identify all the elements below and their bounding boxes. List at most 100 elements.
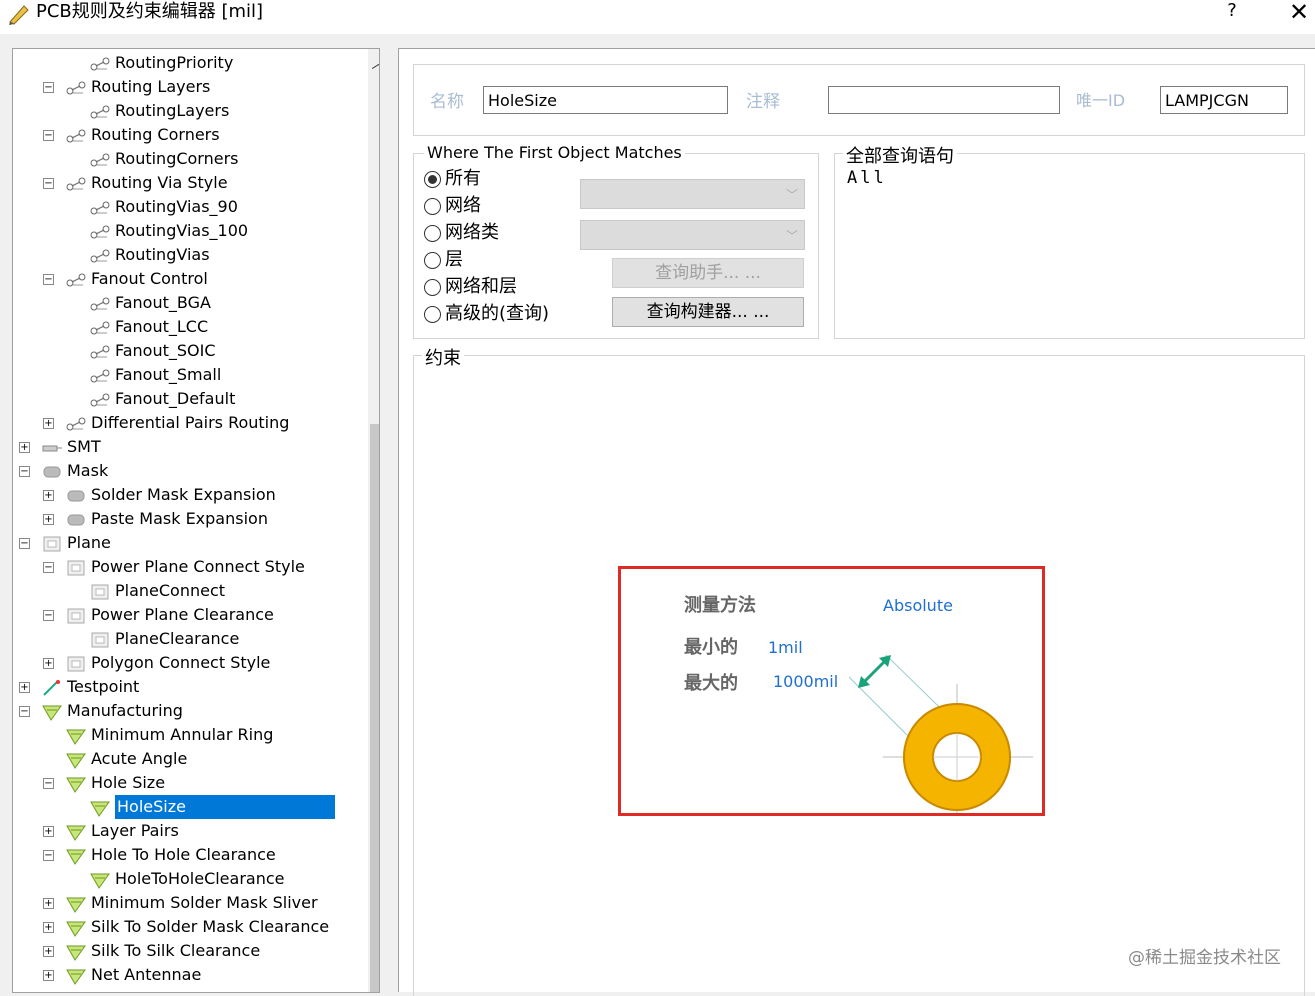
radio-circle-icon[interactable] bbox=[424, 224, 441, 242]
collapse-toggle[interactable]: − bbox=[43, 610, 54, 621]
unique-id-field[interactable]: LAMPJCGN bbox=[1160, 86, 1288, 114]
tree-node[interactable]: Hole To Hole Clearance bbox=[65, 843, 276, 867]
manufacturing-icon bbox=[90, 873, 110, 889]
tree-node[interactable]: RoutingVias bbox=[89, 243, 210, 267]
collapse-toggle[interactable]: − bbox=[19, 706, 30, 717]
tree-node[interactable]: PlaneConnect bbox=[89, 579, 225, 603]
hole-size-constraint-box: 测量方法 Absolute 最小的 1mil 最大的 1000mil bbox=[618, 566, 1045, 816]
radio-circle-icon[interactable] bbox=[424, 278, 441, 296]
tree-node[interactable]: Layer Pairs bbox=[65, 819, 179, 843]
tree-node-label: SMT bbox=[67, 437, 101, 456]
tree-node[interactable]: RoutingVias_100 bbox=[89, 219, 248, 243]
tree-node[interactable]: Power Plane Clearance bbox=[65, 603, 274, 627]
tree-node[interactable]: Fanout_SOIC bbox=[89, 339, 216, 363]
radio-circle-icon[interactable] bbox=[424, 251, 441, 269]
app-icon bbox=[9, 5, 29, 25]
tree-node[interactable]: SMT bbox=[41, 435, 101, 459]
scroll-up-icon[interactable]: ︿ bbox=[368, 49, 380, 79]
help-button[interactable]: ? bbox=[1220, 0, 1244, 24]
tree-node[interactable]: Differential Pairs Routing bbox=[65, 411, 289, 435]
collapse-toggle[interactable]: − bbox=[43, 82, 54, 93]
collapse-toggle[interactable]: − bbox=[43, 562, 54, 573]
plane-icon bbox=[91, 584, 109, 599]
collapse-toggle[interactable]: − bbox=[43, 274, 54, 285]
scroll-thumb[interactable] bbox=[370, 424, 379, 992]
expand-toggle[interactable]: + bbox=[43, 826, 54, 837]
expand-toggle[interactable]: + bbox=[43, 898, 54, 909]
collapse-toggle[interactable]: − bbox=[19, 466, 30, 477]
tree-node-label: Power Plane Clearance bbox=[91, 605, 274, 624]
expand-toggle[interactable]: + bbox=[43, 514, 54, 525]
tree-node[interactable]: Routing Corners bbox=[65, 123, 220, 147]
match-option-radio[interactable]: 网络和层 bbox=[424, 275, 517, 299]
tree-node[interactable]: Paste Mask Expansion bbox=[65, 507, 268, 531]
expand-toggle[interactable]: + bbox=[19, 682, 30, 693]
tree-node[interactable]: RoutingVias_90 bbox=[89, 195, 238, 219]
query-helper-button[interactable]: 查询助手... ... bbox=[612, 258, 804, 288]
tree-node[interactable]: Fanout_LCC bbox=[89, 315, 208, 339]
match-option-radio[interactable]: 所有 bbox=[424, 167, 481, 191]
rule-tree[interactable]: RoutingPriority − Routing Layers RoutingLay… bbox=[12, 48, 380, 993]
tree-node[interactable]: Routing Layers bbox=[65, 75, 210, 99]
expand-toggle[interactable]: + bbox=[43, 970, 54, 981]
expand-toggle[interactable]: + bbox=[43, 418, 54, 429]
tree-node-label: Testpoint bbox=[67, 677, 140, 696]
tree-node[interactable]: Fanout_Small bbox=[89, 363, 221, 387]
radio-circle-icon[interactable] bbox=[424, 305, 441, 323]
tree-node[interactable]: HoleSize bbox=[89, 795, 335, 819]
tree-node[interactable]: Minimum Solder Mask Sliver bbox=[65, 891, 318, 915]
net-combo[interactable]: ﹀ bbox=[580, 179, 805, 209]
plane-icon bbox=[67, 560, 85, 575]
expand-toggle[interactable]: + bbox=[43, 946, 54, 957]
tree-node[interactable]: RoutingCorners bbox=[89, 147, 239, 171]
radio-circle-icon[interactable] bbox=[424, 197, 441, 215]
tree-node[interactable]: Power Plane Connect Style bbox=[65, 555, 305, 579]
manufacturing-icon bbox=[66, 921, 86, 937]
match-option-radio[interactable]: 网络类 bbox=[424, 221, 499, 245]
name-field[interactable]: HoleSize bbox=[483, 86, 728, 114]
tree-node[interactable]: Plane bbox=[41, 531, 111, 555]
tree-node[interactable]: RoutingLayers bbox=[89, 99, 229, 123]
expand-toggle[interactable]: + bbox=[43, 658, 54, 669]
expand-toggle[interactable]: + bbox=[43, 490, 54, 501]
match-option-radio[interactable]: 层 bbox=[424, 248, 463, 272]
tree-node[interactable]: HoleToHoleClearance bbox=[89, 867, 285, 891]
query-text[interactable]: All bbox=[847, 168, 887, 188]
collapse-toggle[interactable]: − bbox=[43, 778, 54, 789]
routing-rule-icon bbox=[90, 345, 110, 358]
tree-node[interactable]: Silk To Silk Clearance bbox=[65, 939, 260, 963]
tree-node[interactable]: Fanout_BGA bbox=[89, 291, 211, 315]
tree-node[interactable]: Fanout_Default bbox=[89, 387, 235, 411]
tree-node[interactable]: Hole Size bbox=[65, 771, 165, 795]
tree-node[interactable]: Acute Angle bbox=[65, 747, 187, 771]
tree-node[interactable]: Minimum Annular Ring bbox=[65, 723, 273, 747]
tree-node[interactable]: RoutingPriority bbox=[89, 51, 233, 75]
tree-node[interactable]: Fanout Control bbox=[65, 267, 208, 291]
radio-circle-icon[interactable] bbox=[424, 170, 441, 188]
expand-toggle[interactable]: + bbox=[19, 442, 30, 453]
query-builder-button[interactable]: 查询构建器... ... bbox=[612, 297, 804, 327]
expand-toggle[interactable]: + bbox=[43, 922, 54, 933]
tree-node[interactable]: Mask bbox=[41, 459, 108, 483]
tree-node[interactable]: PlaneClearance bbox=[89, 627, 239, 651]
rule-header-group: 名称 HoleSize 注释 唯一ID LAMPJCGN bbox=[413, 64, 1305, 136]
tree-node[interactable]: Testpoint bbox=[41, 675, 139, 699]
tree-node[interactable]: Net Antennae bbox=[65, 963, 201, 987]
routing-rule-icon bbox=[90, 153, 110, 166]
close-button[interactable]: ✕ bbox=[1284, 0, 1314, 28]
tree-node[interactable]: Silk To Solder Mask Clearance bbox=[65, 915, 329, 939]
tree-node[interactable]: Solder Mask Expansion bbox=[65, 483, 276, 507]
collapse-toggle[interactable]: − bbox=[19, 538, 30, 549]
manufacturing-icon bbox=[90, 801, 110, 817]
match-option-radio[interactable]: 网络 bbox=[424, 194, 481, 218]
collapse-toggle[interactable]: − bbox=[43, 130, 54, 141]
tree-scrollbar[interactable]: ︿ bbox=[368, 49, 380, 992]
tree-node[interactable]: Polygon Connect Style bbox=[65, 651, 270, 675]
tree-node[interactable]: Routing Via Style bbox=[65, 171, 228, 195]
tree-node[interactable]: Manufacturing bbox=[41, 699, 183, 723]
netclass-combo[interactable]: ﹀ bbox=[580, 220, 805, 250]
comment-field[interactable] bbox=[828, 86, 1060, 114]
collapse-toggle[interactable]: − bbox=[43, 178, 54, 189]
collapse-toggle[interactable]: − bbox=[43, 850, 54, 861]
match-option-radio[interactable]: 高级的(查询) bbox=[424, 302, 549, 326]
